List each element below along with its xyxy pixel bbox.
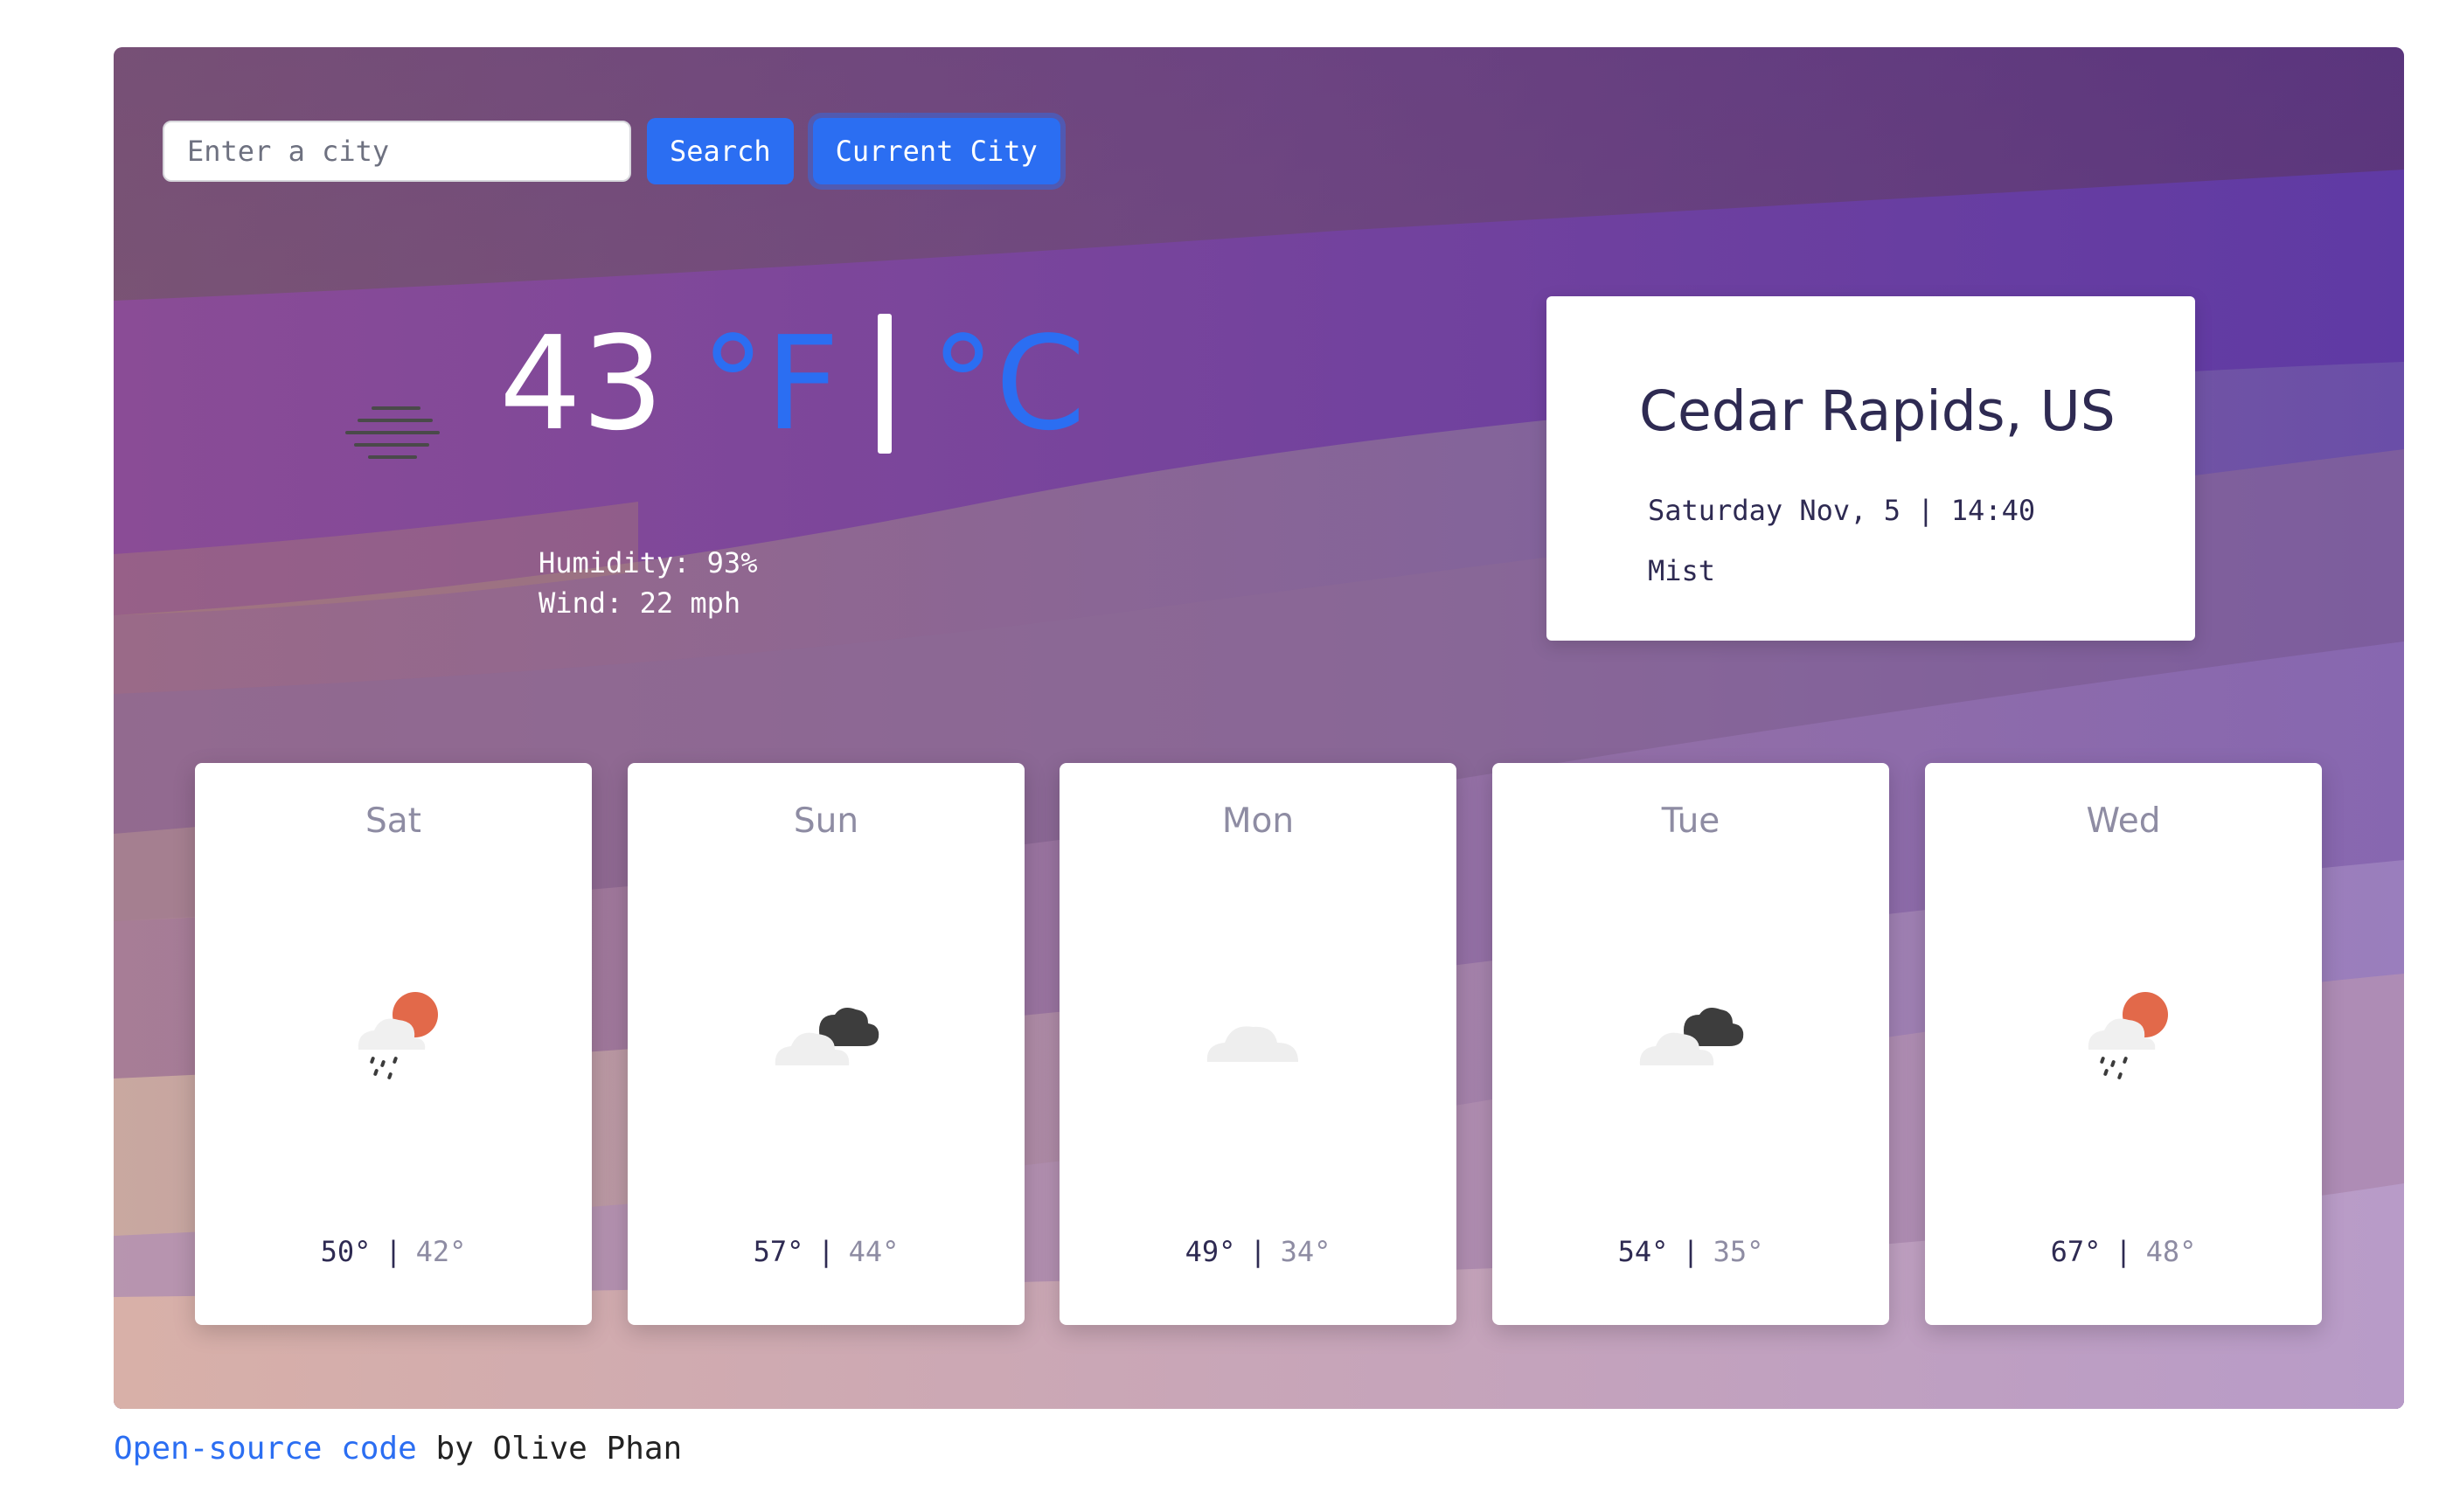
forecast-card-wed: Wed 67° | 48° xyxy=(1925,763,2322,1325)
weather-details: Humidity: 93% Wind: 22 mph xyxy=(539,543,757,623)
forecast-high: 54° xyxy=(1617,1235,1669,1268)
forecast-day: Wed xyxy=(2086,801,2161,841)
sun-cloud-rain-icon xyxy=(2088,992,2168,1079)
cloud-icon xyxy=(1206,1026,1298,1062)
forecast-high: 49° xyxy=(1185,1235,1236,1268)
forecast-card-sat: Sat 50° | 42° xyxy=(195,763,592,1325)
forecast-high: 50° xyxy=(320,1235,372,1268)
fahrenheit-toggle[interactable]: °F xyxy=(700,319,839,448)
footer-credit: by Olive Phan xyxy=(416,1431,683,1467)
current-temperature: 43 xyxy=(499,309,664,459)
forecast-temps: 54° | 35° xyxy=(1492,1235,1889,1268)
temp-separator: | xyxy=(1249,1235,1267,1268)
forecast-high: 67° xyxy=(2050,1235,2102,1268)
weather-app: Search Current City 43 °F °C Humidity: 9… xyxy=(114,47,2404,1409)
forecast-high: 57° xyxy=(753,1235,804,1268)
forecast-low: 48° xyxy=(2145,1235,2197,1268)
dark-clouds-icon xyxy=(775,1008,879,1065)
temp-separator: | xyxy=(385,1235,402,1268)
temp-separator: | xyxy=(1682,1235,1699,1268)
open-source-link[interactable]: Open-source code xyxy=(114,1431,417,1467)
forecast-temps: 67° | 48° xyxy=(1925,1235,2322,1268)
location-card: Cedar Rapids, US Saturday Nov, 5 | 14:40… xyxy=(1546,296,2195,641)
humidity-text: Humidity: 93% xyxy=(539,546,758,579)
temp-separator: | xyxy=(817,1235,835,1268)
forecast-day: Tue xyxy=(1661,801,1720,841)
forecast-day: Mon xyxy=(1221,801,1295,841)
city-search-input[interactable] xyxy=(163,121,631,182)
forecast-low: 42° xyxy=(415,1235,467,1268)
dark-clouds-icon xyxy=(1639,1008,1744,1065)
forecast-temps: 49° | 34° xyxy=(1060,1235,1456,1268)
wind-text: Wind: 22 mph xyxy=(539,586,741,620)
celsius-toggle[interactable]: °C xyxy=(930,319,1085,448)
forecast-card-tue: Tue 54° | 35° xyxy=(1492,763,1889,1325)
mist-icon xyxy=(345,406,440,459)
search-button[interactable]: Search xyxy=(647,118,794,184)
temperature-display: 43 °F °C xyxy=(499,314,1086,454)
forecast-temps: 57° | 44° xyxy=(628,1235,1025,1268)
forecast-low: 35° xyxy=(1713,1235,1764,1268)
forecast-day: Sat xyxy=(365,801,421,841)
sun-cloud-rain-icon xyxy=(358,992,438,1079)
forecast-low: 34° xyxy=(1280,1235,1331,1268)
date-time: Saturday Nov, 5 | 14:40 xyxy=(1648,494,2036,527)
footer: Open-source code by Olive Phan xyxy=(114,1431,682,1467)
forecast-low: 44° xyxy=(848,1235,900,1268)
weather-condition: Mist xyxy=(1648,554,1716,587)
forecast-card-mon: Mon 49° | 34° xyxy=(1060,763,1456,1325)
unit-divider xyxy=(878,314,893,454)
search-bar: Search Current City xyxy=(163,118,1060,184)
temp-separator: | xyxy=(2115,1235,2132,1268)
city-name: Cedar Rapids, US xyxy=(1639,379,2116,443)
forecast-card-sun: Sun 57° | 44° xyxy=(628,763,1025,1325)
current-city-button[interactable]: Current City xyxy=(812,118,1060,184)
forecast-day: Sun xyxy=(793,801,859,841)
forecast-temps: 50° | 42° xyxy=(195,1235,592,1268)
